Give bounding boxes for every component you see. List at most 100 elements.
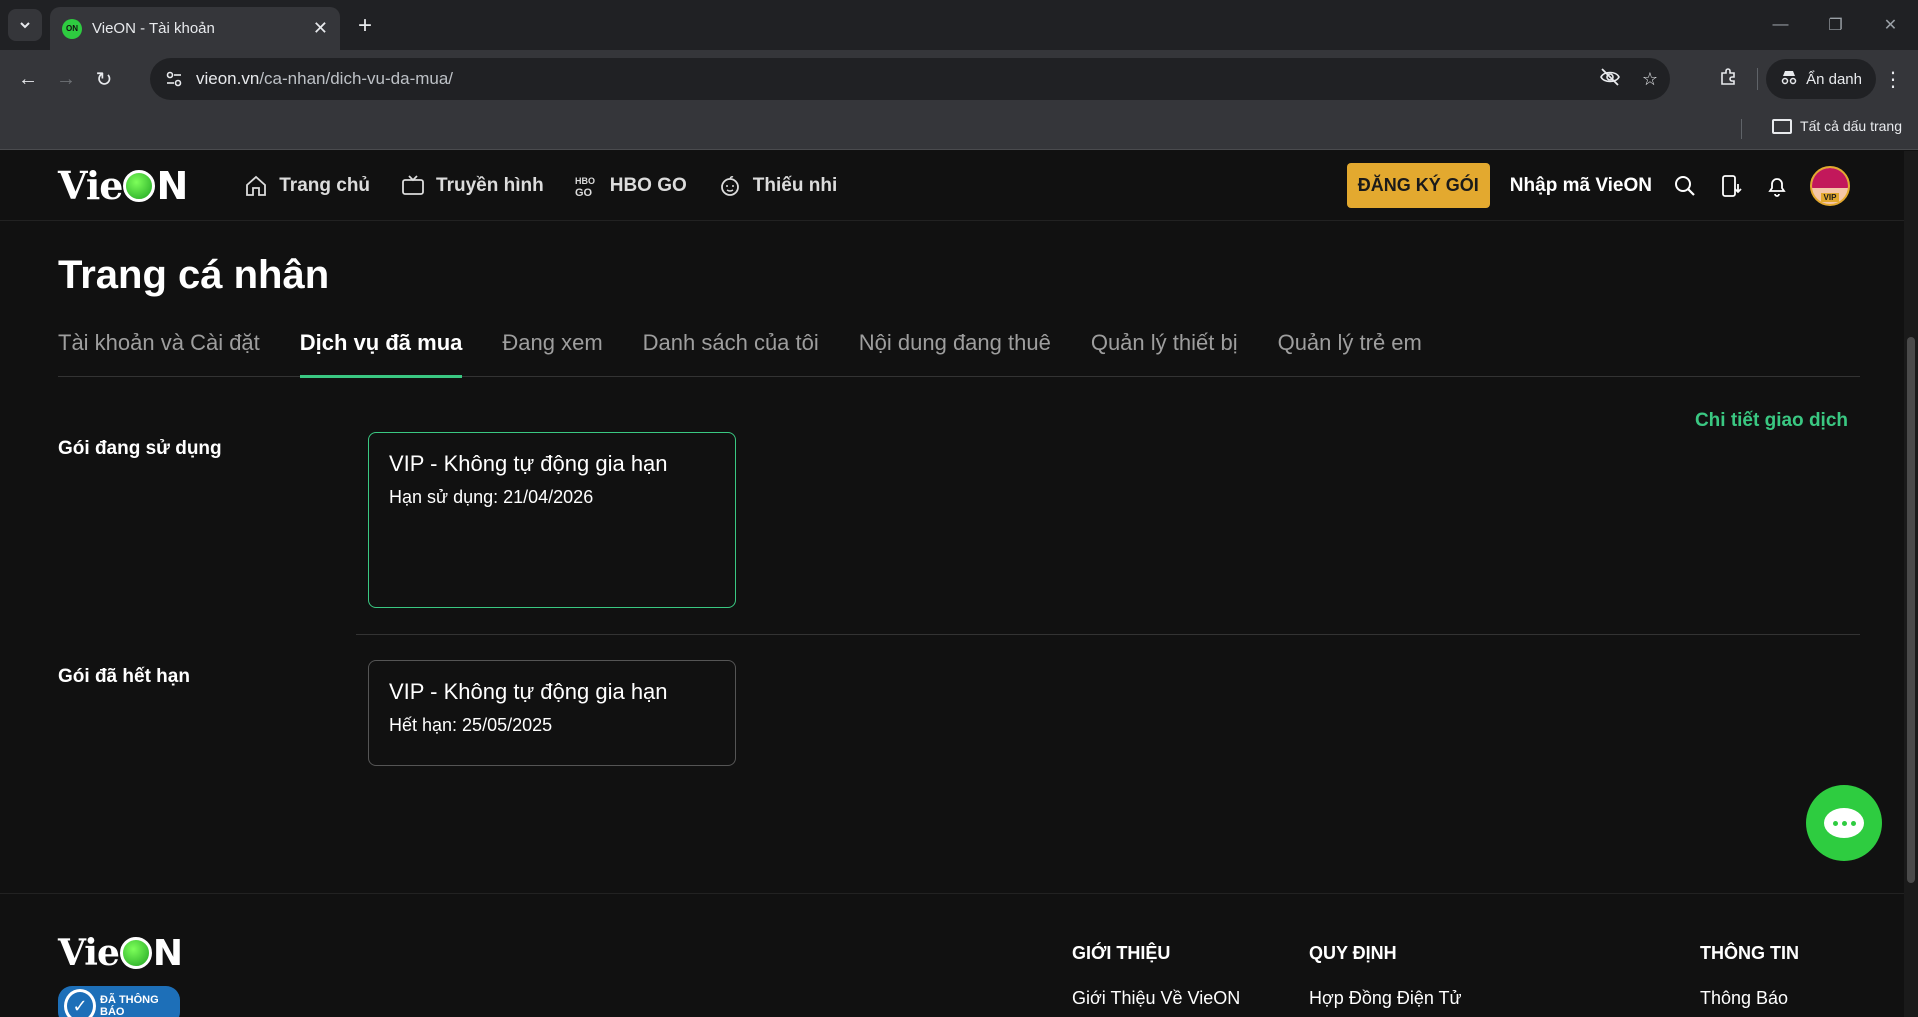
tab-my-list[interactable]: Danh sách của tôi bbox=[643, 328, 819, 377]
bookmark-star-icon[interactable]: ☆ bbox=[1630, 69, 1670, 90]
ministry-notified-badge[interactable]: ✓ ĐÃ THÔNG BÁO bbox=[58, 986, 180, 1017]
incognito-indicator[interactable]: Ẩn danh bbox=[1766, 59, 1876, 99]
incognito-icon bbox=[1780, 69, 1798, 89]
transaction-details-link[interactable]: Chi tiết giao dịch bbox=[1695, 410, 1848, 432]
site-settings-icon[interactable] bbox=[164, 69, 184, 89]
minimize-icon[interactable]: — bbox=[1753, 0, 1808, 50]
logo-ball-icon bbox=[123, 169, 156, 202]
tab-close-icon[interactable]: ✕ bbox=[313, 18, 328, 39]
site-header: Vie N Trang chủ Truyền hình HBO GO HBO G… bbox=[0, 151, 1918, 221]
tab-title: VieON - Tài khoản bbox=[92, 20, 215, 37]
address-bar[interactable]: vieon.vn/ca-nhan/dich-vu-da-mua/ ☆ bbox=[150, 58, 1670, 100]
chat-dot bbox=[1841, 820, 1847, 826]
bookmarks-bar: Tất cả dấu trang bbox=[0, 108, 1918, 150]
nav-item-hbo-go[interactable]: HBO GO HBO GO bbox=[574, 173, 687, 199]
chat-dot bbox=[1832, 820, 1838, 826]
main-nav: Trang chủ Truyền hình HBO GO HBO GO Thiếu… bbox=[243, 173, 837, 199]
footer-link[interactable]: Giới Thiệu Về VieON bbox=[1072, 988, 1240, 1009]
tab-account-settings[interactable]: Tài khoản và Cài đặt bbox=[58, 328, 260, 377]
bookmarks-divider bbox=[1741, 119, 1742, 139]
url-text: vieon.vn/ca-nhan/dich-vu-da-mua/ bbox=[196, 69, 1590, 89]
more-menu-icon[interactable]: ⋮ bbox=[1876, 67, 1910, 92]
subscribe-button[interactable]: ĐĂNG KÝ GÓI bbox=[1346, 163, 1490, 208]
chevron-down-icon bbox=[20, 22, 30, 29]
avatar[interactable]: VIP bbox=[1810, 165, 1850, 206]
chat-dot bbox=[1850, 820, 1856, 826]
kids-icon bbox=[717, 173, 743, 199]
arrow-left-icon: ← bbox=[18, 67, 38, 90]
browser-tab-active[interactable]: ON VieON - Tài khoản ✕ bbox=[50, 7, 340, 50]
package-name: VIP - Không tự động gia hạn bbox=[389, 679, 668, 704]
folder-icon bbox=[1772, 118, 1793, 134]
tab-search-button[interactable] bbox=[8, 9, 42, 41]
tab-purchased-services[interactable]: Dịch vụ đã mua bbox=[299, 328, 462, 378]
nav-label: Truyền hình bbox=[436, 174, 544, 196]
footer-col-rules: QUY ĐỊNH Hợp Đồng Điện Tử bbox=[1309, 943, 1462, 1009]
expired-package-card[interactable]: VIP - Không tự động gia hạn Hết hạn: 25/… bbox=[368, 660, 736, 766]
avatar-vip-badge: VIP bbox=[1820, 192, 1840, 202]
account-content: Trang cá nhân Tài khoản và Cài đặt Dịch … bbox=[0, 253, 1918, 766]
enter-code-link[interactable]: Nhập mã VieON bbox=[1510, 175, 1652, 197]
active-package-section: Chi tiết giao dịch Gói đang sử dụng VIP … bbox=[58, 410, 1860, 608]
tab-watching[interactable]: Đang xem bbox=[502, 328, 602, 377]
logo-n: N bbox=[152, 932, 183, 974]
nav-label: HBO GO bbox=[609, 174, 687, 196]
reload-button[interactable]: ↻ bbox=[86, 61, 122, 97]
vieon-logo[interactable]: Vie N bbox=[58, 163, 188, 208]
active-package-card[interactable]: VIP - Không tự động gia hạn Hạn sử dụng:… bbox=[368, 432, 736, 608]
expired-package-section: Gói đã hết hạn VIP - Không tự động gia h… bbox=[58, 660, 1860, 766]
web-page: Vie N Trang chủ Truyền hình HBO GO HBO G… bbox=[0, 151, 1918, 1017]
header-actions: ĐĂNG KÝ GÓI Nhập mã VieON VIP bbox=[1346, 163, 1850, 208]
arrow-right-icon: → bbox=[56, 67, 76, 90]
home-icon bbox=[243, 173, 269, 199]
logo-vie: Vie bbox=[58, 932, 120, 974]
logo-vie: Vie bbox=[58, 163, 123, 208]
package-expiry-date: Hạn sử dụng: 21/04/2026 bbox=[389, 487, 594, 507]
nav-item-tv[interactable]: Truyền hình bbox=[400, 173, 544, 199]
nav-label: Thiếu nhi bbox=[752, 174, 838, 196]
footer-col-info: THÔNG TIN Thông Báo bbox=[1700, 943, 1799, 1009]
hbo-go-icon: HBO GO bbox=[574, 173, 600, 199]
incognito-label: Ẩn danh bbox=[1806, 70, 1862, 88]
all-bookmarks-label: Tất cả dấu trang bbox=[1800, 118, 1902, 134]
footer-link[interactable]: Hợp Đồng Điện Tử bbox=[1309, 988, 1462, 1009]
page-scrollbar[interactable] bbox=[1904, 151, 1918, 1017]
reload-icon: ↻ bbox=[95, 68, 113, 91]
new-tab-button[interactable]: + bbox=[352, 12, 378, 40]
forward-button[interactable]: → bbox=[48, 61, 84, 97]
logo-n: N bbox=[156, 163, 188, 208]
footer-link[interactable]: Thông Báo bbox=[1700, 988, 1799, 1009]
footer-heading: QUY ĐỊNH bbox=[1309, 943, 1397, 963]
site-footer: Vie N ✓ ĐÃ THÔNG BÁO GIỚI THIỆU Giới Thi… bbox=[0, 893, 1918, 1017]
url-path: /ca-nhan/dich-vu-da-mua/ bbox=[259, 69, 454, 88]
vieon-favicon-icon: ON bbox=[62, 18, 82, 39]
svg-text:HBO: HBO bbox=[575, 176, 595, 186]
page-title: Trang cá nhân bbox=[58, 253, 330, 297]
window-controls: — ❐ ✕ bbox=[1753, 0, 1918, 50]
all-bookmarks-button[interactable]: Tất cả dấu trang bbox=[1772, 118, 1902, 134]
extensions-icon[interactable] bbox=[1709, 67, 1749, 92]
search-icon[interactable] bbox=[1672, 173, 1698, 199]
scrollbar-thumb[interactable] bbox=[1907, 337, 1915, 883]
nav-item-home[interactable]: Trang chủ bbox=[243, 173, 370, 199]
nav-item-kids[interactable]: Thiếu nhi bbox=[717, 173, 837, 199]
footer-vieon-logo[interactable]: Vie N bbox=[58, 932, 183, 974]
bell-icon[interactable] bbox=[1764, 173, 1790, 199]
back-button[interactable]: ← bbox=[10, 61, 46, 97]
download-app-icon[interactable] bbox=[1718, 173, 1744, 199]
footer-heading: GIỚI THIỆU bbox=[1072, 943, 1171, 963]
tab-kids-management[interactable]: Quản lý trẻ em bbox=[1278, 328, 1422, 377]
avatar-hair bbox=[1812, 167, 1848, 188]
tab-rented-content[interactable]: Nội dung đang thuê bbox=[859, 328, 1051, 377]
url-host: vieon.vn bbox=[196, 69, 260, 88]
chat-icon bbox=[1824, 808, 1864, 838]
close-window-icon[interactable]: ✕ bbox=[1863, 0, 1918, 50]
chat-support-button[interactable] bbox=[1806, 785, 1882, 861]
tab-device-management[interactable]: Quản lý thiết bị bbox=[1091, 328, 1238, 377]
eye-off-icon[interactable] bbox=[1590, 66, 1630, 93]
package-expired-date: Hết hạn: 25/05/2025 bbox=[389, 715, 553, 735]
expired-package-label: Gói đã hết hạn bbox=[58, 666, 190, 687]
restore-icon[interactable]: ❐ bbox=[1808, 0, 1863, 50]
badge-text: ĐÃ THÔNG BÁO bbox=[100, 993, 159, 1017]
section-divider bbox=[356, 634, 1860, 635]
